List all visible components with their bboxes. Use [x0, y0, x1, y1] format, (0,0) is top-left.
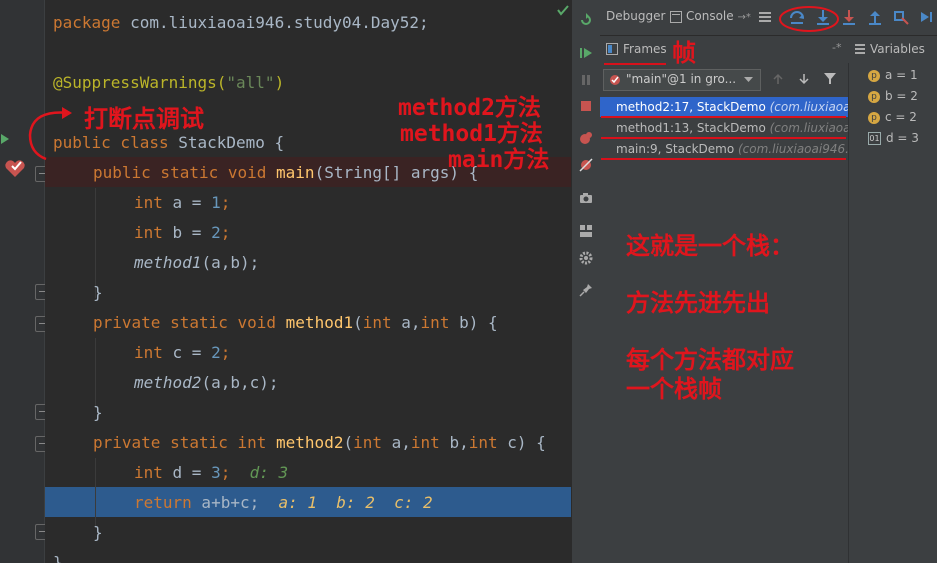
- frame-item[interactable]: method1:13, StackDemo (com.liuxiaoai9: [600, 118, 848, 138]
- inline-debug-values: a: 1 b: 2 c: 2: [259, 493, 433, 512]
- panel-options-icon[interactable]: -*: [832, 41, 841, 54]
- arrow-up-icon[interactable]: [772, 73, 784, 85]
- annotation-underline: [601, 137, 846, 139]
- frames-header: Frames -*: [600, 36, 849, 64]
- filter-icon[interactable]: [824, 73, 836, 85]
- resume-icon[interactable]: [578, 45, 594, 61]
- variable-item[interactable]: pa = 1: [868, 65, 918, 85]
- annotation-underline: [604, 63, 666, 65]
- frame-item[interactable]: method2:17, StackDemo (com.liuxiaoai9: [600, 97, 848, 117]
- code-line-call-method1: method1(a,b);: [134, 253, 260, 272]
- annotation-note-stack: 这就是一个栈：: [626, 232, 794, 260]
- show-execution-point-icon[interactable]: [756, 8, 774, 26]
- frame-item[interactable]: main:9, StackDemo (com.liuxiaoai946.st: [600, 139, 848, 159]
- code-line-method1: private static void method1(int a,int b)…: [93, 313, 498, 332]
- frames-icon: [606, 43, 618, 55]
- camera-icon[interactable]: [578, 190, 594, 206]
- debug-side-toolbar: [571, 0, 601, 563]
- code-line-return: return a+b+c; a: 1 b: 2 c: 2: [134, 493, 433, 512]
- code-line-call-method2: method2(a,b,c);: [134, 373, 279, 392]
- force-step-into-icon[interactable]: [840, 8, 858, 26]
- code-line-int-b: int b = 2;: [134, 223, 231, 242]
- annotation-stack-main: main方法: [448, 147, 550, 173]
- thread-name: "main"@1 in gro...: [626, 72, 737, 86]
- code-line-close-brace: }: [93, 523, 103, 542]
- run-arrow-icon[interactable]: [0, 133, 10, 145]
- run-to-cursor-icon[interactable]: [918, 8, 936, 26]
- code-line-close-brace: }: [93, 403, 103, 422]
- debugger-panel: Debugger Console →* Frames -* "main"@1 i…: [600, 0, 937, 563]
- variable-item[interactable]: pb = 2: [868, 86, 918, 106]
- frames-label[interactable]: Frames: [623, 42, 667, 56]
- annotation-underline: [601, 116, 846, 118]
- code-editor[interactable]: package com.liuxiaoai946.study04.Day52; …: [45, 0, 571, 563]
- variable-item[interactable]: 01 d = 3: [868, 128, 919, 148]
- code-line-package: package com.liuxiaoai946.study04.Day52;: [53, 13, 429, 32]
- thread-selector[interactable]: "main"@1 in gro...: [603, 69, 761, 91]
- annotation-note-method-frame: 一个栈帧: [626, 375, 722, 403]
- annotation-underline: [601, 158, 846, 160]
- debugger-tab-bar: Debugger Console →*: [600, 0, 937, 36]
- stop-icon[interactable]: [578, 98, 594, 114]
- gear-icon[interactable]: [578, 250, 594, 266]
- variables-pane: Variables pa = 1 pb = 2 pc = 2 01 d = 3: [850, 36, 937, 563]
- code-line-close-brace: }: [53, 553, 63, 563]
- variables-icon: [855, 44, 865, 54]
- code-line-int-d: int d = 3; d: 3: [134, 463, 289, 482]
- chevron-down-icon: [744, 77, 753, 82]
- variables-label[interactable]: Variables: [870, 42, 925, 56]
- rerun-icon[interactable]: [578, 12, 594, 28]
- annotation-curved-arrow: [28, 107, 72, 161]
- annotation-frame-word: 帧: [672, 39, 696, 67]
- inline-debug-value: d: 3: [230, 463, 289, 482]
- code-line-main: public static void main(String[] args) {: [93, 163, 479, 182]
- thread-icon: [610, 75, 620, 85]
- annotation-circle: [779, 6, 839, 32]
- pin-icon[interactable]: [578, 282, 594, 298]
- console-icon: [670, 11, 682, 23]
- view-breakpoints-icon[interactable]: [578, 130, 594, 146]
- code-line-method2: private static int method2(int a,int b,i…: [93, 433, 546, 452]
- code-line-int-a: int a = 1;: [134, 193, 231, 212]
- step-out-icon[interactable]: [866, 8, 884, 26]
- variable-item[interactable]: pc = 2: [868, 107, 917, 127]
- code-line-int-c: int c = 2;: [134, 343, 231, 362]
- editor-gutter[interactable]: [0, 0, 45, 563]
- mute-breakpoints-icon[interactable]: [578, 157, 594, 173]
- annotation-note-fifo: 方法先进先出: [626, 289, 770, 317]
- arrow-down-icon[interactable]: [798, 73, 810, 85]
- code-line-close-brace: }: [93, 283, 103, 302]
- checkmark-icon: [557, 5, 569, 16]
- layout-icon[interactable]: [578, 223, 594, 239]
- code-line-annotation: @SuppressWarnings("all"): [53, 73, 285, 92]
- tab-debugger[interactable]: Debugger: [606, 9, 665, 23]
- drop-frame-icon[interactable]: [892, 8, 910, 26]
- annotation-breakpoint-debug: 打断点调试: [84, 105, 204, 133]
- pause-icon[interactable]: [578, 72, 594, 88]
- tab-console[interactable]: Console →*: [686, 9, 751, 23]
